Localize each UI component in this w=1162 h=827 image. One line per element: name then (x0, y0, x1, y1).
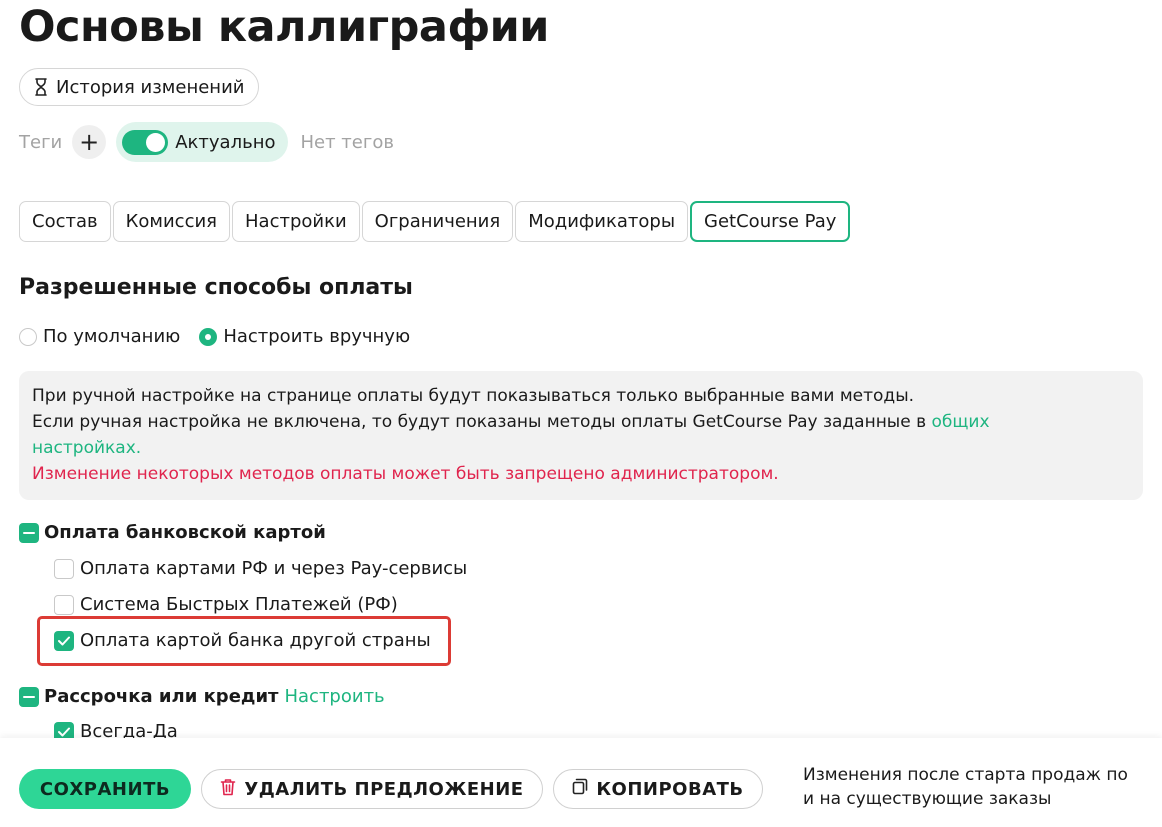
trash-icon (220, 778, 236, 801)
method-vsegda-da-label: Всегда-Да (80, 721, 178, 738)
method-rf-cards-checkbox[interactable] (54, 558, 74, 579)
method-sbp-label: Система Быстрых Платежей (РФ) (80, 594, 398, 615)
tags-row: Теги + Актуально Нет тегов (19, 122, 394, 162)
group-installment-checkbox[interactable] (19, 686, 39, 707)
copy-button[interactable]: КОПИРОВАТЬ (553, 769, 763, 809)
tab-commission[interactable]: Комиссия (112, 201, 230, 242)
tabs-bar: Состав Комиссия Настройки Ограничения Мо… (19, 201, 851, 242)
actual-toggle-chip[interactable]: Актуально (116, 122, 289, 162)
tags-label: Теги (19, 131, 63, 153)
page-title: Основы каллиграфии (19, 2, 549, 52)
info-line-2-text: Если ручная настройка не включена, то бу… (32, 412, 932, 432)
group-bank-card-checkbox[interactable] (19, 522, 39, 543)
delete-offer-button[interactable]: УДАЛИТЬ ПРЕДЛОЖЕНИЕ (201, 769, 543, 809)
actual-toggle-switch[interactable] (122, 129, 169, 155)
tab-restrictions[interactable]: Ограничения (361, 201, 514, 242)
radio-option-manual[interactable]: Настроить вручную (199, 326, 410, 347)
tab-settings[interactable]: Настройки (232, 201, 360, 242)
method-vsegda-da[interactable]: Всегда-Да (54, 721, 178, 738)
info-warning: Изменение некоторых методов оплаты может… (32, 464, 779, 484)
section-title: Разрешенные способы оплаты (19, 275, 413, 300)
radio-manual[interactable] (199, 327, 218, 346)
actual-toggle-label: Актуально (175, 131, 276, 153)
radio-default[interactable] (19, 327, 37, 346)
hourglass-icon (34, 78, 48, 96)
radio-manual-label: Настроить вручную (223, 326, 411, 347)
footer-note-line-2: и на существующие заказы (803, 789, 1052, 809)
history-button[interactable]: История изменений (19, 68, 260, 106)
method-rf-cards[interactable]: Оплата картами РФ и через Pay-сервисы (54, 558, 467, 579)
footer-note: Изменения после старта продаж по и на су… (803, 763, 1162, 811)
offer-settings-page: Основы каллиграфии История изменений Тег… (0, 0, 1162, 738)
radio-option-default[interactable]: По умолчанию (19, 326, 180, 347)
radio-default-label: По умолчанию (43, 326, 181, 347)
footer-note-line-1: Изменения после старта продаж по (803, 765, 1128, 785)
checkmark-icon (58, 727, 70, 736)
highlight-annotation-box (37, 616, 451, 666)
payment-mode-radio-group: По умолчанию Настроить вручную (19, 326, 429, 347)
group-installment-label: Рассрочка или кредит (44, 686, 279, 707)
method-vsegda-da-checkbox[interactable] (54, 721, 74, 738)
method-sbp[interactable]: Система Быстрых Платежей (РФ) (54, 594, 398, 615)
group-bank-card-label: Оплата банковской картой (44, 522, 326, 543)
info-line-2: Если ручная настройка не включена, то бу… (32, 409, 1102, 461)
delete-offer-label: УДАЛИТЬ ПРЕДЛОЖЕНИЕ (244, 778, 524, 800)
tab-modifiers[interactable]: Модификаторы (515, 201, 689, 242)
tab-getcourse-pay[interactable]: GetCourse Pay (690, 201, 851, 242)
group-bank-card[interactable]: Оплата банковской картой (19, 522, 326, 543)
toggle-knob (146, 132, 166, 152)
history-button-label: История изменений (56, 76, 245, 98)
tab-composition[interactable]: Состав (19, 201, 111, 242)
save-button[interactable]: СОХРАНИТЬ (19, 769, 191, 809)
copy-icon (572, 778, 588, 800)
method-sbp-checkbox[interactable] (54, 594, 74, 615)
add-tag-button[interactable]: + (72, 125, 107, 159)
info-line-1: При ручной настройке на странице оплаты … (32, 386, 915, 406)
group-installment[interactable]: Рассрочка или кредит Настроить (19, 686, 385, 707)
no-tags-text: Нет тегов (300, 131, 394, 153)
footer-bar: СОХРАНИТЬ УДАЛИТЬ ПРЕДЛОЖЕНИЕ КОПИРОВАТЬ… (0, 738, 1162, 827)
configure-installment-link[interactable]: Настроить (284, 686, 384, 707)
info-box: При ручной настройке на странице оплаты … (19, 371, 1143, 500)
method-rf-cards-label: Оплата картами РФ и через Pay-сервисы (80, 558, 468, 579)
copy-label: КОПИРОВАТЬ (596, 778, 744, 800)
